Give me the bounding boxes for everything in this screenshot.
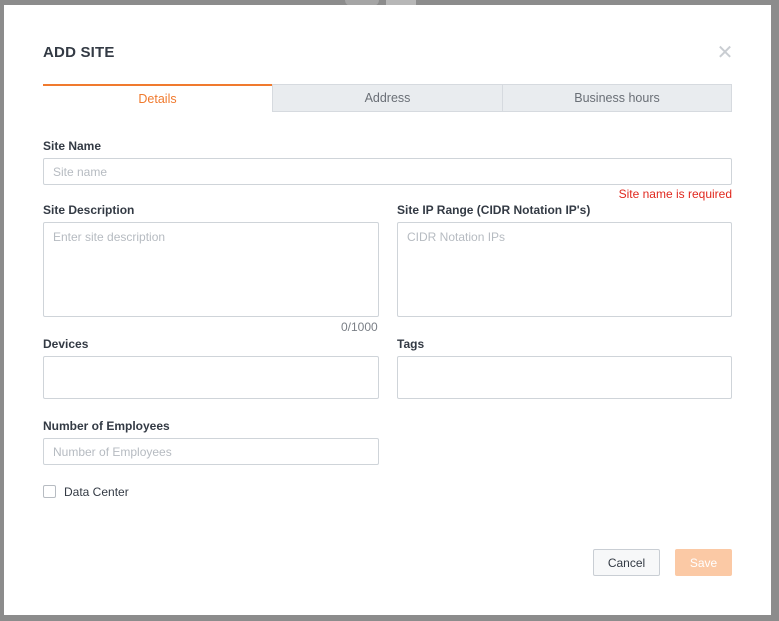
site-name-label: Site Name (43, 139, 102, 153)
site-name-input[interactable] (43, 158, 732, 185)
tab-business-hours[interactable]: Business hours (503, 84, 732, 112)
site-description-label: Site Description (43, 203, 135, 217)
devices-label: Devices (43, 337, 89, 351)
add-site-modal: ADD SITE ✕ Details Address Business hour… (4, 5, 771, 615)
modal-title: ADD SITE (43, 44, 115, 61)
site-ip-range-textarea[interactable] (397, 222, 732, 317)
number-of-employees-label: Number of Employees (43, 419, 170, 433)
tab-details[interactable]: Details (43, 84, 272, 112)
tab-address[interactable]: Address (272, 84, 503, 112)
close-icon[interactable]: ✕ (716, 43, 734, 63)
data-center-checkbox[interactable] (43, 485, 56, 498)
site-description-textarea[interactable] (43, 222, 379, 317)
description-char-counter: 0/1000 (341, 320, 378, 334)
cancel-button[interactable]: Cancel (593, 549, 660, 576)
site-name-error: Site name is required (618, 187, 732, 201)
site-ip-range-label: Site IP Range (CIDR Notation IP's) (397, 203, 591, 217)
number-of-employees-input[interactable] (43, 438, 379, 465)
data-center-label[interactable]: Data Center (64, 485, 129, 499)
tags-field[interactable] (397, 356, 732, 399)
save-button[interactable]: Save (675, 549, 732, 576)
devices-field[interactable] (43, 356, 379, 399)
tab-bar: Details Address Business hours (43, 84, 732, 112)
tags-label: Tags (397, 337, 425, 351)
